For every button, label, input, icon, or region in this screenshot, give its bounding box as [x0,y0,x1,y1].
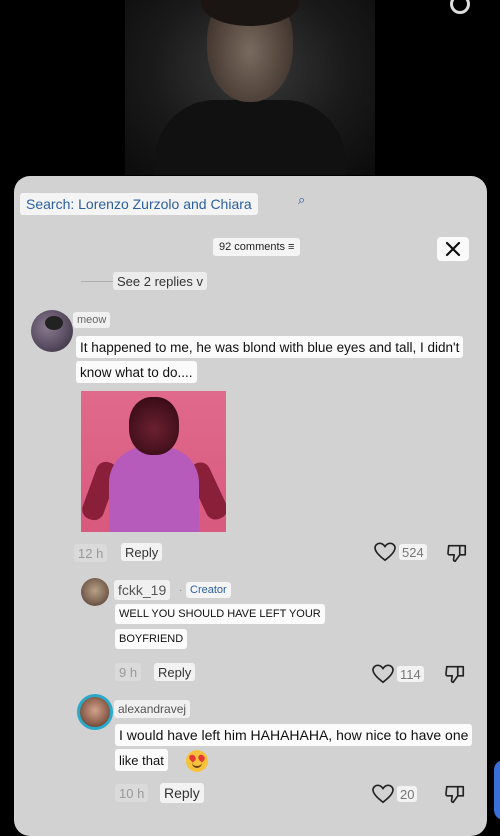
like-count: 524 [399,544,427,560]
heart-eyes-emoji-icon [186,750,208,772]
avatar[interactable] [81,578,109,606]
comment-username[interactable]: fckk_19 [114,580,171,600]
heart-icon [374,542,396,562]
video-frame [125,0,375,175]
dislike-icon[interactable] [444,783,466,805]
gif-head [129,397,179,455]
search-suggestion[interactable]: Search: Lorenzo Zurzolo and Chiara [20,193,258,215]
comment-text: know what to do.... [76,361,197,383]
comment-text: I would have left him HAHAHAHA, how nice… [115,724,473,746]
close-icon [445,241,461,257]
reply-button[interactable]: Reply [121,543,163,561]
reply-button[interactable]: Reply [160,783,204,803]
comment-text: It happened to me, he was blond with blu… [76,336,464,358]
comment-timestamp: 12 h [74,544,108,562]
person-body [155,100,345,175]
search-icon[interactable]: ⌕ [298,192,305,208]
like-button[interactable]: 114 [372,664,424,684]
heart-icon [372,664,394,684]
search-suggestion-label: Search: Lorenzo Zurzolo and Chiara [26,196,252,212]
comment-username[interactable]: alexandravej [114,700,191,718]
reply-button[interactable]: Reply [154,663,196,681]
avatar[interactable] [77,694,113,730]
filter-icon[interactable]: ≡ [288,241,294,253]
like-count: 114 [397,666,424,682]
like-count: 20 [397,786,418,802]
top-search-icon[interactable] [450,0,470,14]
comment-count: 92 comments ≡ [213,238,301,256]
comment-text: BOYFRIEND [115,629,188,649]
separator: · [179,585,183,596]
comment-gif[interactable] [81,391,226,532]
creator-badge: Creator [186,582,231,598]
edge-handle[interactable] [494,760,500,820]
close-button[interactable] [437,237,469,261]
comment-timestamp: 10 h [115,784,149,802]
avatar[interactable] [31,310,73,352]
replies-divider [81,281,113,282]
gif-body [109,447,199,532]
like-button[interactable]: 20 [372,784,418,804]
comment-text: WELL YOU SHOULD HAVE LEFT YOUR [115,604,325,624]
comment-count-label: 92 comments [219,241,286,253]
like-button[interactable]: 524 [374,542,427,562]
comments-sheet: Search: Lorenzo Zurzolo and Chiara ⌕ 92 … [14,176,487,836]
dislike-icon[interactable] [444,663,466,685]
dislike-icon[interactable] [446,542,468,564]
heart-icon [372,784,394,804]
see-replies-button[interactable]: See 2 replies v [113,272,207,290]
video-background [0,0,500,200]
comment-timestamp: 9 h [115,663,142,681]
comment-username[interactable]: meow [73,312,111,328]
comment-text: like that [115,749,168,771]
